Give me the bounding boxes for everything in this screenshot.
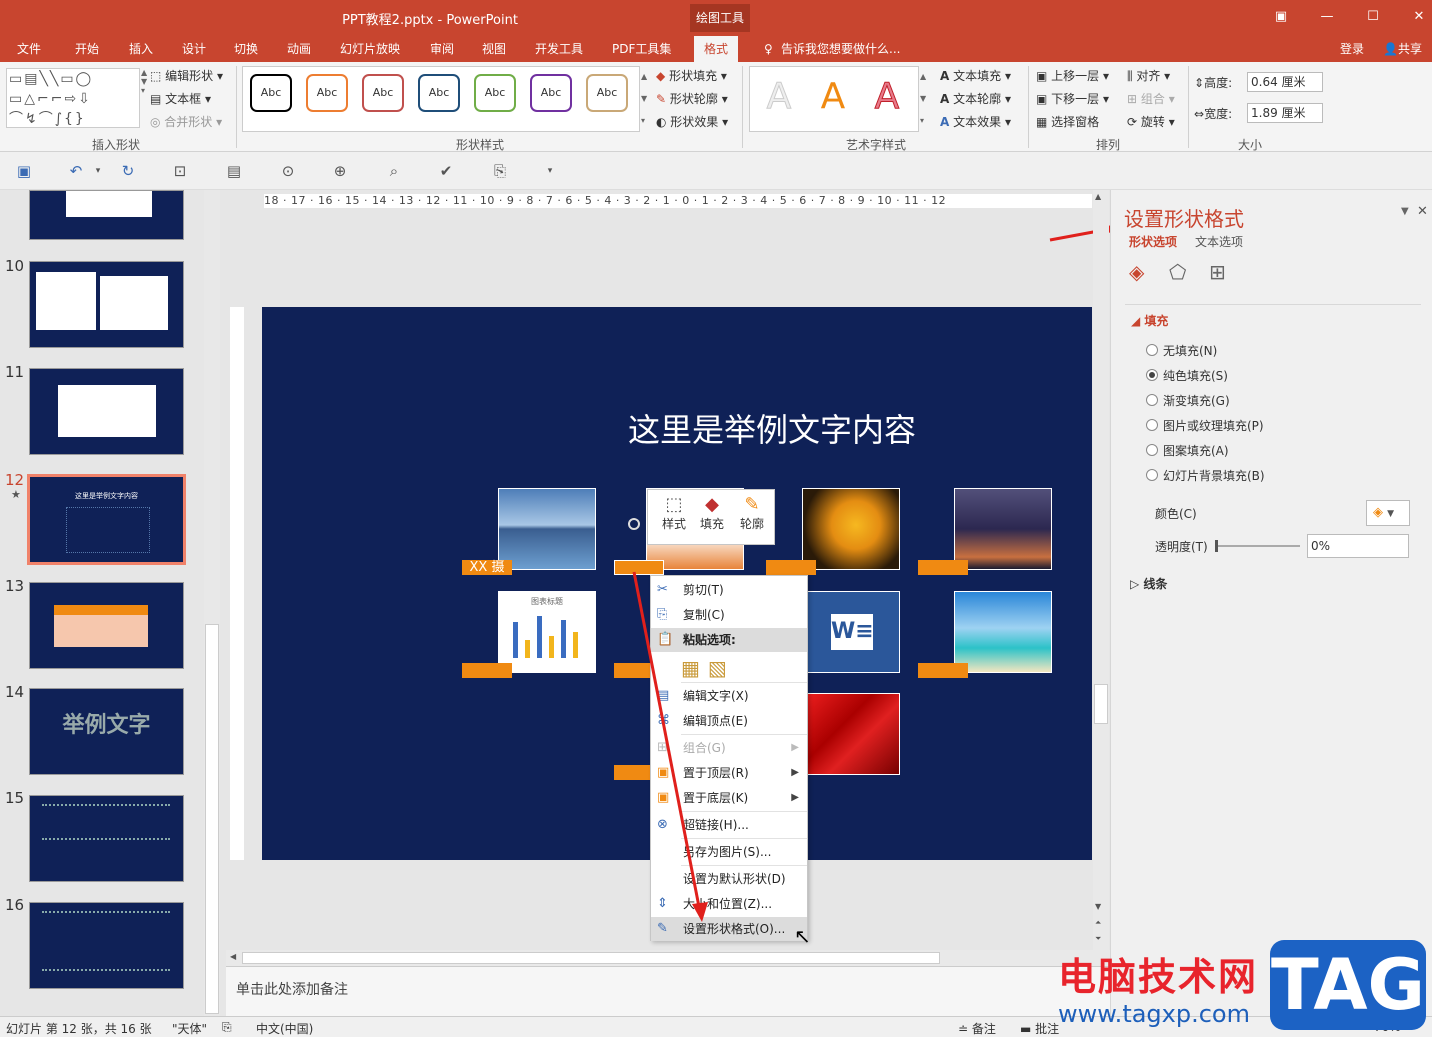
scroll-up-icon[interactable]: ▲ bbox=[1095, 192, 1101, 201]
effects-icon[interactable]: ⬠ bbox=[1169, 260, 1186, 284]
fill-section-label: 填充 bbox=[1144, 314, 1169, 328]
radio-label: 幻灯片背景填充(B) bbox=[1163, 469, 1265, 483]
transparency-input[interactable]: 0% bbox=[1307, 534, 1409, 558]
format-shape-pane: 设置形状格式 ▼ ✕ 形状选项 文本选项 ◈ ⬠ ⊞ ◢ 填充 bbox=[1110, 190, 1432, 1016]
line-section-label: 线条 bbox=[1143, 577, 1168, 591]
slider-handle[interactable] bbox=[1215, 540, 1218, 552]
watermark-site-name: 电脑技术网 bbox=[1058, 955, 1259, 999]
language[interactable]: 中文(中国) bbox=[256, 1020, 313, 1037]
radio-dot bbox=[1149, 372, 1155, 378]
radio-background-fill[interactable] bbox=[1146, 469, 1158, 481]
radio-pattern-fill[interactable] bbox=[1146, 444, 1158, 456]
scroll-thumb[interactable] bbox=[1094, 684, 1108, 724]
annotation-arrow-down bbox=[632, 571, 702, 913]
canvas-vertical-scrollbar[interactable]: ▲ ▼ ⏶ ⏷ bbox=[1093, 190, 1109, 950]
notes-button[interactable]: ≐ 备注 bbox=[958, 1020, 996, 1037]
color-picker-button[interactable]: ◈ ▼ bbox=[1366, 500, 1410, 526]
line-section-header[interactable]: ▷ 线条 bbox=[1130, 575, 1167, 592]
fill-line-icon[interactable]: ◈ bbox=[1129, 260, 1144, 284]
radio-label: 无填充(N) bbox=[1163, 344, 1218, 358]
size-properties-icon[interactable]: ⊞ bbox=[1209, 260, 1226, 284]
radio-label: 图案填充(A) bbox=[1163, 444, 1229, 458]
tab-shape-options[interactable]: 形状选项 bbox=[1129, 233, 1177, 250]
pane-options-dropdown-icon[interactable]: ▼ bbox=[1401, 206, 1409, 217]
pane-close-icon[interactable]: ✕ bbox=[1417, 204, 1428, 219]
theme-name: "天体" bbox=[172, 1022, 208, 1036]
radio-label: 图片或纹理填充(P) bbox=[1163, 419, 1264, 433]
radio-solid-fill[interactable] bbox=[1146, 369, 1158, 381]
radio-no-fill[interactable] bbox=[1146, 344, 1158, 356]
slide-counter: 幻灯片 第 12 张，共 16 张 bbox=[6, 1022, 152, 1036]
transparency-label: 透明度(T) bbox=[1155, 540, 1208, 554]
scroll-thumb[interactable] bbox=[242, 952, 940, 964]
radio-gradient-fill[interactable] bbox=[1146, 394, 1158, 406]
prev-slide-icon[interactable]: ⏶ bbox=[1095, 918, 1101, 928]
notes-label: 备注 bbox=[971, 1022, 996, 1036]
spellcheck-icon[interactable]: ⎘ bbox=[222, 1020, 232, 1035]
watermark-url: www.tagxp.com bbox=[1058, 1000, 1250, 1028]
notes-placeholder[interactable]: 单击此处添加备注 bbox=[236, 979, 348, 999]
pane-title: 设置形状格式 bbox=[1124, 207, 1244, 231]
radio-label: 渐变填充(G) bbox=[1163, 394, 1230, 408]
radio-label: 纯色填充(S) bbox=[1163, 369, 1228, 383]
notes-pane[interactable]: 单击此处添加备注 bbox=[226, 966, 1110, 1016]
annotation-arrowhead bbox=[692, 902, 708, 922]
transparency-slider[interactable] bbox=[1215, 540, 1300, 552]
watermark: 电脑技术网 www.tagxp.com TAG bbox=[1050, 940, 1432, 1034]
canvas-horizontal-scrollbar[interactable]: ◀ bbox=[226, 950, 1110, 966]
chevron-down-icon: ▼ bbox=[1387, 509, 1395, 519]
fill-section-header[interactable]: ◢ 填充 bbox=[1131, 312, 1168, 329]
divider bbox=[1125, 304, 1421, 305]
scroll-left-icon[interactable]: ◀ bbox=[230, 952, 236, 961]
watermark-tag-logo: TAG bbox=[1270, 940, 1426, 1030]
color-label: 颜色(C) bbox=[1155, 507, 1197, 521]
next-slide-icon[interactable]: ⏷ bbox=[1095, 934, 1101, 944]
radio-picture-fill[interactable] bbox=[1146, 419, 1158, 431]
tab-text-options[interactable]: 文本选项 bbox=[1195, 233, 1243, 250]
scroll-down-icon[interactable]: ▼ bbox=[1095, 902, 1101, 911]
